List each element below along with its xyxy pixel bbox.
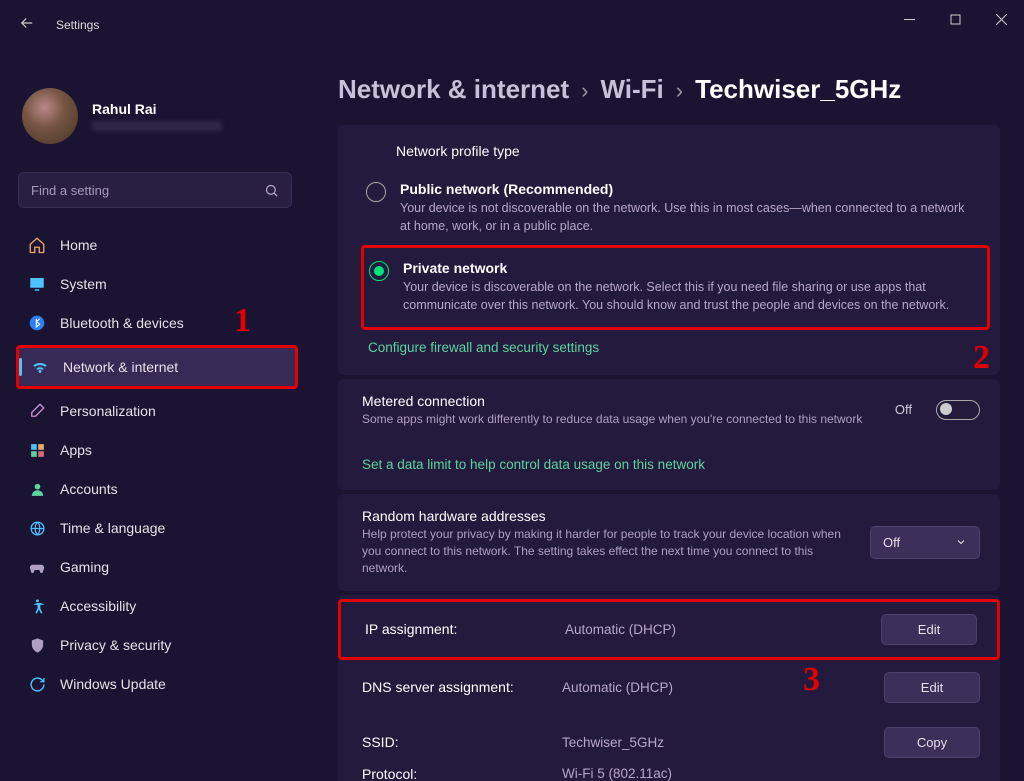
ip-assignment-row: IP assignment: Automatic (DHCP) Edit <box>338 599 1000 660</box>
user-profile[interactable]: Rahul Rai <box>16 44 298 162</box>
globe-icon <box>28 519 46 537</box>
sidebar-item-home[interactable]: Home <box>16 226 298 264</box>
sidebar-item-time[interactable]: Time & language <box>16 509 298 547</box>
person-icon <box>28 480 46 498</box>
sidebar-item-accessibility[interactable]: Accessibility <box>16 587 298 625</box>
titlebar <box>0 0 1024 32</box>
annotation-1: 1 <box>234 302 251 340</box>
search-placeholder: Find a setting <box>31 183 264 198</box>
chevron-down-icon <box>955 536 967 548</box>
maximize-button[interactable] <box>932 6 978 32</box>
radio-selected-icon <box>369 261 389 281</box>
sidebar-item-gaming[interactable]: Gaming <box>16 548 298 586</box>
annotation-2: 2 <box>973 339 990 377</box>
data-limit-link[interactable]: Set a data limit to help control data us… <box>362 453 980 476</box>
bluetooth-icon <box>28 314 46 332</box>
profile-type-heading: Network profile type <box>396 143 974 159</box>
annotation-3: 3 <box>803 661 820 699</box>
sidebar-item-privacy[interactable]: Privacy & security <box>16 626 298 664</box>
sidebar-item-bluetooth[interactable]: Bluetooth & devices <box>16 304 298 342</box>
wifi-icon <box>31 358 49 376</box>
accessibility-icon <box>28 597 46 615</box>
dns-edit-button[interactable]: Edit <box>884 672 980 703</box>
breadcrumb-l3: Techwiser_5GHz <box>695 74 901 105</box>
protocol-row: Protocol: Wi-Fi 5 (802.11ac) <box>362 762 980 781</box>
avatar <box>22 88 78 144</box>
apps-icon <box>28 441 46 459</box>
sidebar-item-accounts[interactable]: Accounts <box>16 470 298 508</box>
public-network-option[interactable]: Public network (Recommended) Your device… <box>366 175 974 245</box>
breadcrumb-l1[interactable]: Network & internet <box>338 74 569 105</box>
profile-email-blurred <box>92 121 222 131</box>
metered-connection-row: Metered connection Some apps might work … <box>338 379 1000 491</box>
brush-icon <box>28 402 46 420</box>
search-icon <box>264 183 279 198</box>
sidebar-item-personalization[interactable]: Personalization <box>16 392 298 430</box>
random-mac-row: Random hardware addresses Help protect y… <box>338 494 1000 590</box>
app-title: Settings <box>56 18 99 32</box>
sidebar-item-apps[interactable]: Apps <box>16 431 298 469</box>
chevron-right-icon: › <box>581 78 588 104</box>
metered-state: Off <box>895 402 912 417</box>
minimize-button[interactable] <box>886 6 932 32</box>
private-network-option[interactable]: Private network Your device is discovera… <box>361 245 990 329</box>
metered-toggle[interactable] <box>936 400 980 420</box>
breadcrumb-l2[interactable]: Wi-Fi <box>600 74 663 105</box>
gamepad-icon <box>28 558 46 576</box>
dns-assignment-row: DNS server assignment: Automatic (DHCP) … <box>362 660 980 715</box>
ssid-row: SSID: Techwiser_5GHz Copy <box>362 715 980 762</box>
properties-card: IP assignment: Automatic (DHCP) Edit DNS… <box>338 595 1000 781</box>
shield-icon <box>28 636 46 654</box>
update-icon <box>28 675 46 693</box>
radio-unselected-icon <box>366 182 386 202</box>
sidebar: Rahul Rai Find a setting Home System Blu… <box>0 32 308 781</box>
profile-name: Rahul Rai <box>92 101 222 117</box>
close-button[interactable] <box>978 6 1024 32</box>
sidebar-item-system[interactable]: System <box>16 265 298 303</box>
main-content: Network & internet › Wi-Fi › Techwiser_5… <box>308 32 1024 781</box>
home-icon <box>28 236 46 254</box>
ip-edit-button[interactable]: Edit <box>881 614 977 645</box>
sidebar-item-update[interactable]: Windows Update <box>16 665 298 703</box>
search-input[interactable]: Find a setting <box>18 172 292 208</box>
back-button[interactable] <box>18 14 36 35</box>
sidebar-item-network[interactable]: Network & internet <box>16 345 298 389</box>
network-profile-card: Network profile type Public network (Rec… <box>338 125 1000 375</box>
random-mac-dropdown[interactable]: Off <box>870 526 980 559</box>
chevron-right-icon: › <box>676 78 683 104</box>
breadcrumb: Network & internet › Wi-Fi › Techwiser_5… <box>338 74 1000 105</box>
system-icon <box>28 275 46 293</box>
copy-button[interactable]: Copy <box>884 727 980 758</box>
firewall-link[interactable]: Configure firewall and security settings <box>368 336 974 359</box>
